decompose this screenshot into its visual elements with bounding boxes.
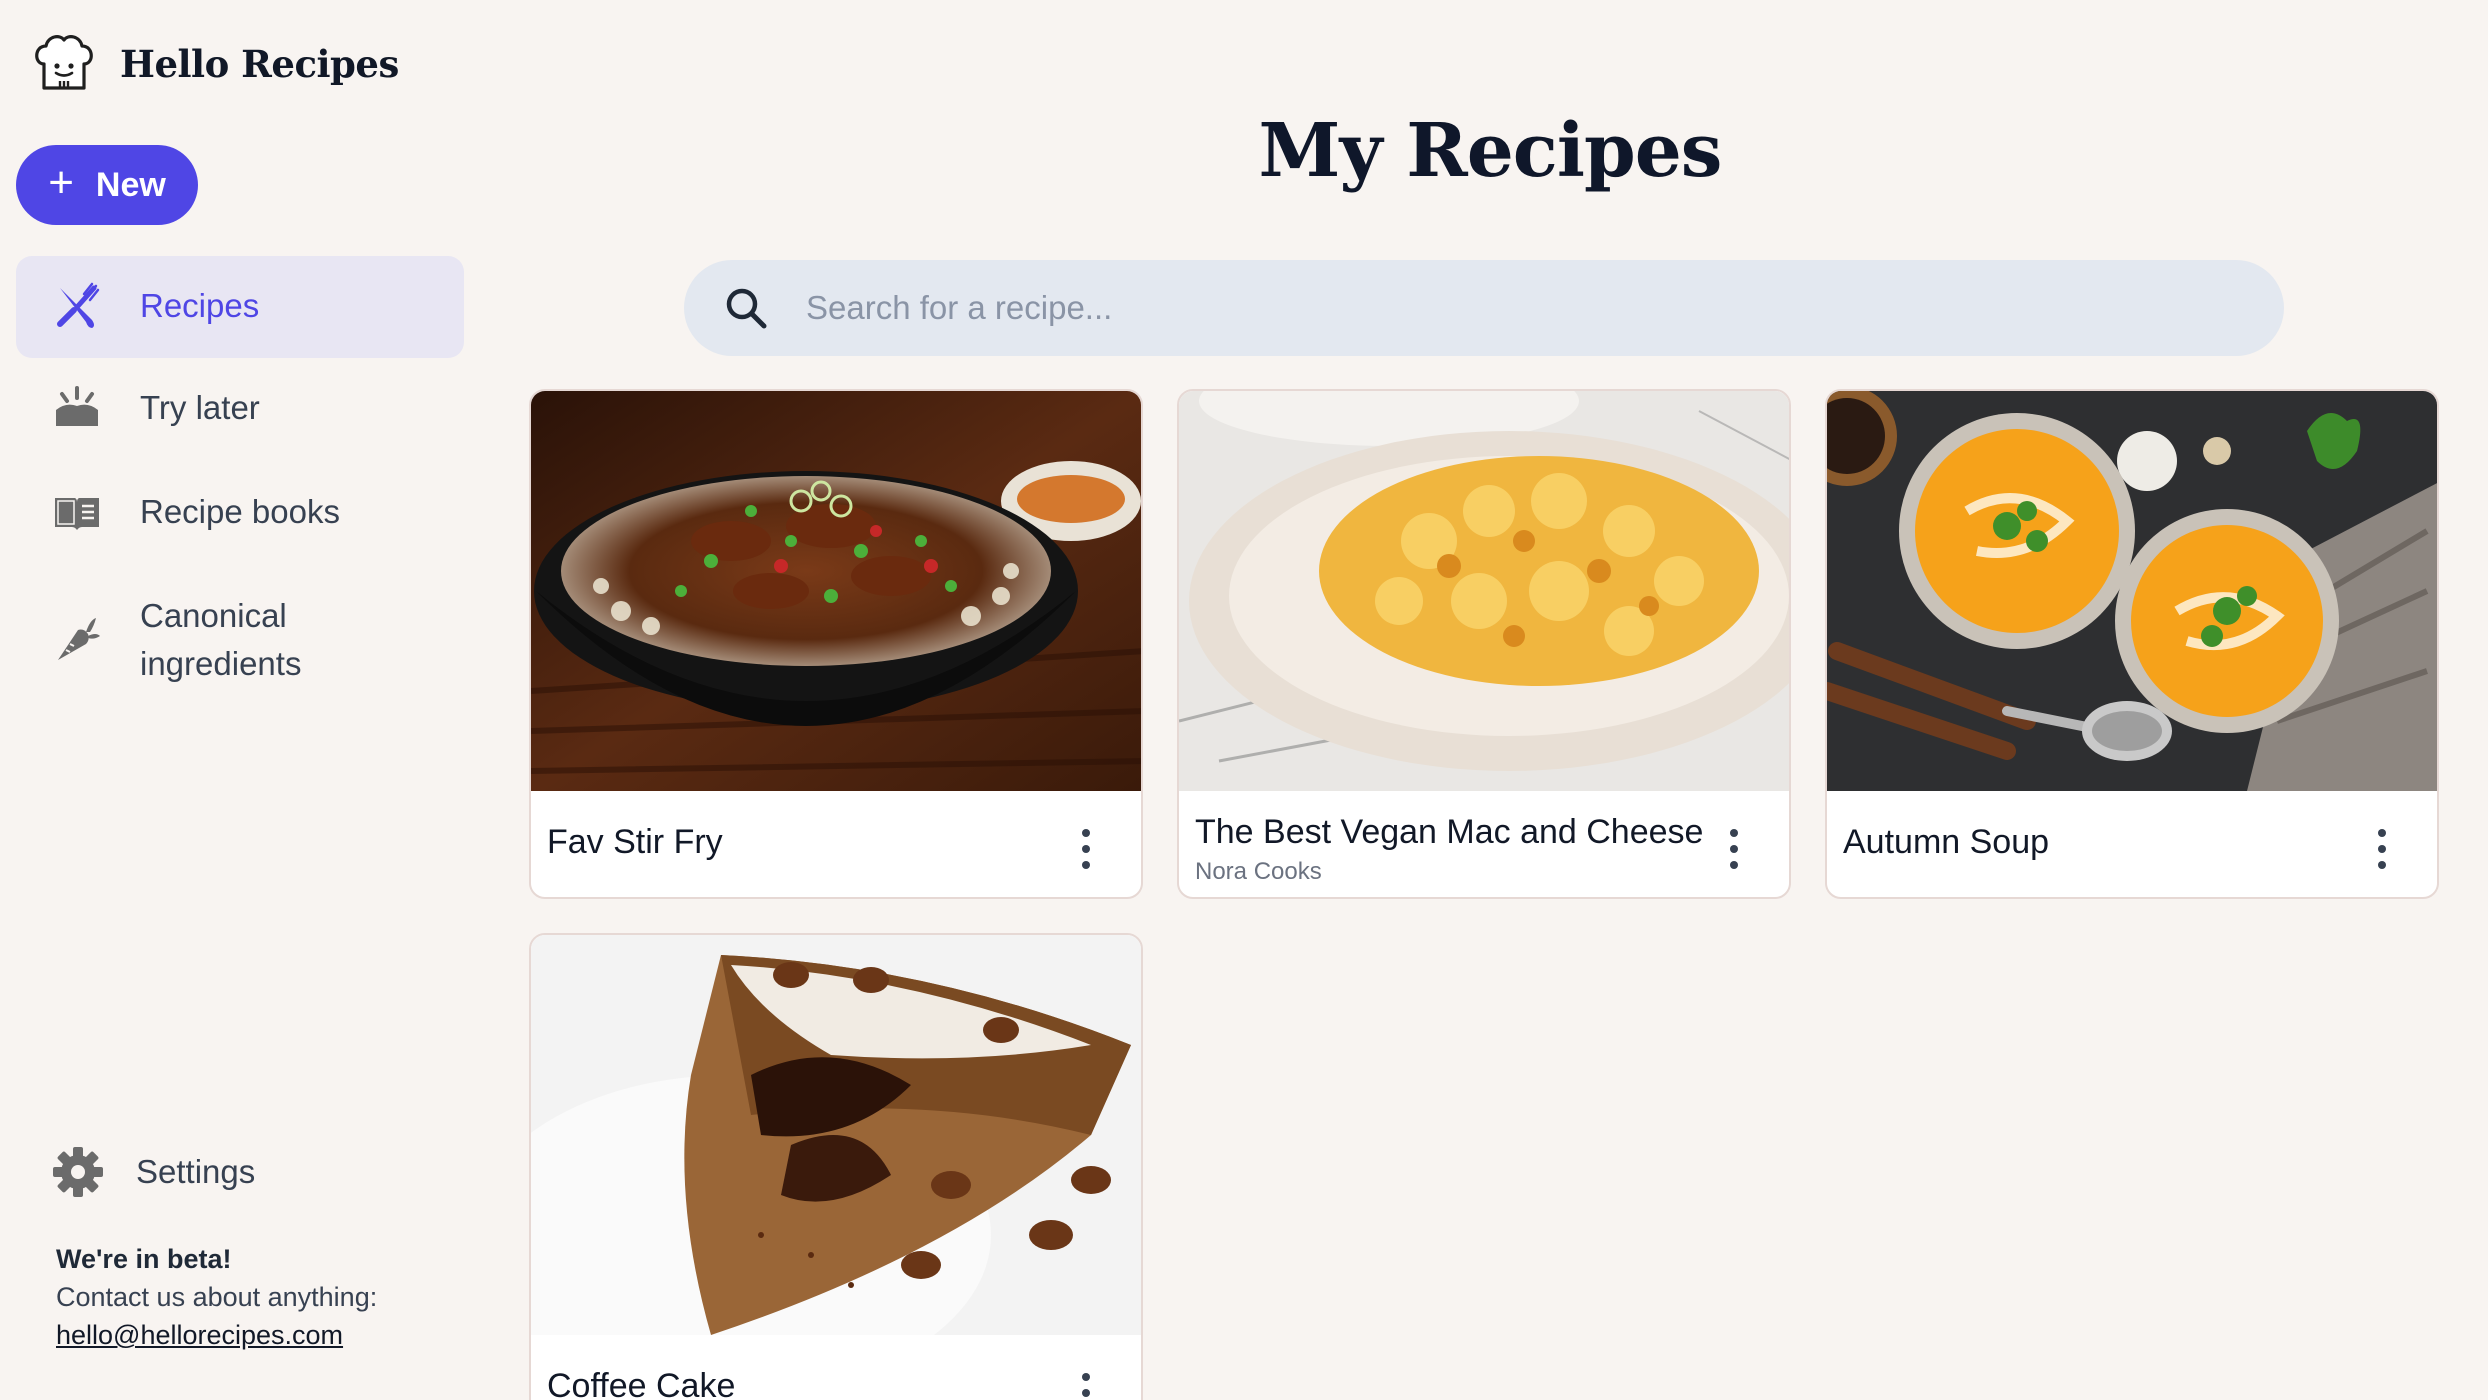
brand[interactable]: Hello Recipes (30, 30, 399, 98)
page-title: My Recipes (1258, 108, 1723, 194)
sidebar-item-canonical-ingredients[interactable]: Canonical ingredients (16, 566, 464, 716)
sidebar-item-label: Recipe books (140, 493, 340, 530)
search-icon (726, 288, 767, 329)
new-recipe-button[interactable]: + New (16, 145, 198, 225)
recipe-card-info: Fav Stir Fry (531, 791, 1141, 897)
settings-label: Settings (136, 1153, 256, 1190)
recipe-card[interactable]: The Best Vegan Mac and Cheese Nora Cooks (1177, 389, 1791, 899)
recipe-card[interactable]: Coffee Cake (529, 933, 1143, 1400)
sidebar-nav: Recipes Try later Recipe books Canonical… (16, 256, 464, 716)
more-vertical-icon[interactable] (1071, 1373, 1101, 1400)
sidebar-item-label: Recipes (140, 287, 260, 324)
recipe-image (531, 935, 1141, 1335)
more-vertical-icon[interactable] (1071, 829, 1101, 869)
plus-icon: + (48, 158, 74, 207)
beta-notice: We're in beta! Contact us about anything… (56, 1240, 377, 1354)
chef-hat-logo-icon (35, 35, 93, 90)
more-vertical-icon[interactable] (2367, 829, 2397, 869)
recipe-name: Fav Stir Fry (547, 823, 723, 861)
sidebar-item-recipes[interactable]: Recipes (16, 256, 464, 358)
settings-link[interactable]: Settings (52, 1146, 255, 1198)
sidebar: Hello Recipes + New Recipes Try later Re… (0, 0, 490, 1400)
utensils-crossed-icon (52, 282, 102, 332)
sidebar-item-recipe-books[interactable]: Recipe books (16, 462, 464, 566)
recipe-image (1827, 391, 2437, 791)
recipe-card[interactable]: Fav Stir Fry (529, 389, 1143, 899)
search-bar[interactable] (684, 260, 2284, 356)
recipe-card[interactable]: Autumn Soup (1825, 389, 2439, 899)
recipe-name: Coffee Cake (547, 1367, 736, 1400)
carrot-icon (52, 614, 102, 664)
app-name: Hello Recipes (120, 42, 399, 86)
recipe-image (1179, 391, 1789, 791)
contact-email-link[interactable]: hello@hellorecipes.com (56, 1320, 343, 1350)
recipe-image (531, 391, 1141, 791)
recipe-card-info: The Best Vegan Mac and Cheese Nora Cooks (1179, 791, 1789, 897)
recipe-source: Nora Cooks (1195, 858, 1322, 885)
new-button-label: New (95, 165, 166, 204)
recipe-card-info: Autumn Soup (1827, 791, 2437, 897)
sidebar-item-label: Try later (140, 389, 260, 426)
recipe-card-info: Coffee Cake (531, 1335, 1141, 1400)
try-later-icon (52, 384, 102, 434)
recipe-name: The Best Vegan Mac and Cheese (1195, 813, 1704, 851)
beta-title: We're in beta! (56, 1244, 232, 1274)
sidebar-item-label: Canonical ingredients (140, 597, 302, 682)
more-vertical-icon[interactable] (1719, 829, 1749, 869)
recipe-name: Autumn Soup (1843, 823, 2050, 861)
sidebar-item-try-later[interactable]: Try later (16, 358, 464, 462)
beta-text: Contact us about anything: (56, 1282, 378, 1312)
book-icon (52, 488, 102, 538)
search-input[interactable] (806, 289, 2206, 327)
gear-icon (53, 1147, 103, 1197)
